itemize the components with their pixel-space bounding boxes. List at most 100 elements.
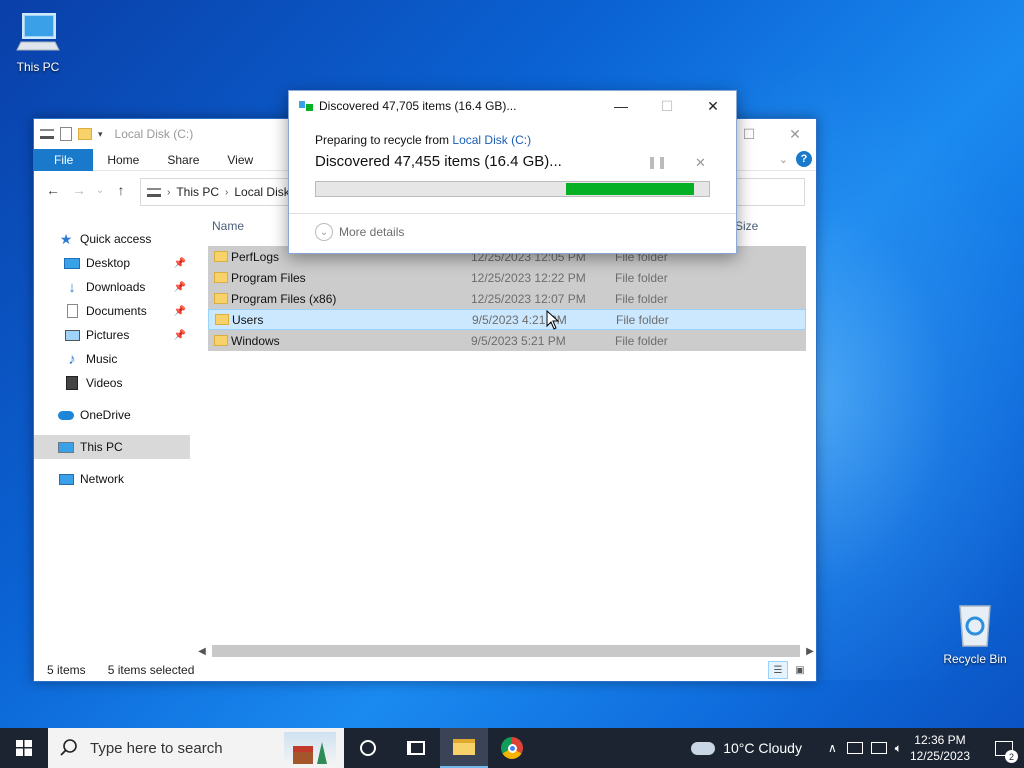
folder-icon: [215, 314, 229, 325]
close-button[interactable]: ✕: [772, 119, 818, 149]
task-view-button[interactable]: [392, 728, 440, 768]
search-icon: [60, 739, 77, 756]
sidebar-item-label: Music: [86, 352, 118, 366]
details-view-icon[interactable]: ☰: [768, 661, 788, 679]
dialog-body: Preparing to recycle from Local Disk (C:…: [315, 133, 710, 197]
file-date: 12/25/2023 12:07 PM: [471, 291, 586, 306]
drive-icon: [40, 129, 54, 139]
desktop-recycle-bin[interactable]: Recycle Bin: [937, 602, 1013, 666]
sidebar-item-documents[interactable]: Documents 📌: [34, 299, 190, 323]
pin-icon[interactable]: 📌: [174, 306, 186, 317]
tab-home[interactable]: Home: [93, 149, 153, 171]
file-type: File folder: [615, 270, 668, 285]
pin-icon[interactable]: 📌: [174, 282, 186, 293]
file-explorer-taskbar-button[interactable]: [440, 728, 488, 768]
explorer-window-controls: ☐ ✕: [726, 119, 818, 149]
ribbon-expand-icon[interactable]: ⌄: [779, 153, 788, 166]
volume-muted-icon[interactable]: 🔈︎: [895, 741, 902, 756]
search-placeholder: Type here to search: [90, 739, 223, 757]
pause-icon[interactable]: ❚❚: [647, 155, 667, 169]
properties-icon[interactable]: [60, 127, 72, 141]
scroll-left-icon[interactable]: ◀: [196, 646, 208, 657]
tab-view[interactable]: View: [213, 149, 267, 171]
file-name: Program Files: [231, 270, 306, 285]
chevron-down-icon[interactable]: ▾: [98, 129, 103, 140]
chevron-up-icon[interactable]: ∧: [828, 741, 837, 755]
table-row[interactable]: Program Files (x86) 12/25/2023 12:07 PM …: [208, 288, 806, 309]
sidebar-item-label: Desktop: [86, 256, 131, 270]
sidebar-item-label: Downloads: [86, 280, 146, 294]
forward-arrow-icon[interactable]: →: [68, 179, 90, 201]
file-name: Windows: [231, 333, 280, 348]
sidebar-item-label: Pictures: [86, 328, 130, 342]
large-icons-view-icon[interactable]: ▣: [790, 661, 810, 679]
picture-icon: [64, 327, 80, 343]
preparing-text: Preparing to recycle from: [315, 133, 453, 147]
cancel-icon[interactable]: ✕: [695, 155, 706, 171]
start-button[interactable]: [0, 728, 48, 768]
progress-bar: [315, 181, 710, 197]
tab-share[interactable]: Share: [153, 149, 213, 171]
column-header-size[interactable]: Size: [735, 219, 758, 233]
file-date: 9/5/2023 5:21 PM: [471, 333, 566, 348]
pin-icon[interactable]: 📌: [174, 258, 186, 269]
sidebar-item-music[interactable]: ♪ Music: [34, 347, 190, 371]
chrome-taskbar-button[interactable]: [488, 728, 536, 768]
chrome-icon: [501, 737, 523, 759]
table-row[interactable]: Windows 9/5/2023 5:21 PM File folder: [208, 330, 806, 351]
scroll-thumb[interactable]: [212, 645, 800, 657]
up-arrow-icon[interactable]: ↑: [110, 179, 132, 201]
close-button[interactable]: ✕: [690, 91, 736, 121]
column-header-name[interactable]: Name: [212, 219, 244, 233]
security-icon[interactable]: [846, 742, 863, 754]
table-row[interactable]: Program Files 12/25/2023 12:22 PM File f…: [208, 267, 806, 288]
sidebar-item-desktop[interactable]: Desktop 📌: [34, 251, 190, 275]
dialog-title: Discovered 47,705 items (16.4 GB)...: [319, 99, 517, 113]
cloud-icon: [691, 741, 716, 755]
desktop-recycle-bin-label: Recycle Bin: [943, 652, 1007, 666]
file-name: Users: [232, 312, 264, 327]
weather-widget[interactable]: 10°C Cloudy: [691, 740, 802, 756]
table-row[interactable]: Users 9/5/2023 4:21 PM File folder: [208, 309, 806, 330]
sidebar-item-downloads[interactable]: ↓ Downloads 📌: [34, 275, 190, 299]
sidebar-item-label: OneDrive: [80, 408, 131, 422]
cortana-icon: [360, 740, 376, 756]
breadcrumb-separator-icon: ›: [225, 186, 229, 198]
sidebar-item-pictures[interactable]: Pictures 📌: [34, 323, 190, 347]
minimize-button[interactable]: —: [598, 91, 644, 121]
scroll-right-icon[interactable]: ▶: [804, 646, 816, 657]
computer-icon: [58, 439, 74, 455]
mouse-cursor-icon: [546, 310, 560, 330]
source-link[interactable]: Local Disk (C:): [452, 133, 531, 147]
sidebar-item-network[interactable]: Network: [34, 467, 190, 491]
back-arrow-icon[interactable]: ←: [42, 179, 64, 201]
file-type: File folder: [615, 291, 668, 306]
search-box[interactable]: Type here to search: [48, 728, 344, 768]
folder-icon: [214, 251, 228, 262]
sidebar-item-onedrive[interactable]: OneDrive: [34, 403, 190, 427]
chevron-down-icon: ⌄: [315, 223, 333, 241]
folder-icon: [214, 272, 228, 283]
pin-icon[interactable]: 📌: [174, 330, 186, 341]
recent-locations-icon[interactable]: ⌄: [94, 179, 106, 201]
sidebar-item-quick-access[interactable]: ★ Quick access: [34, 227, 190, 251]
network-icon[interactable]: [870, 742, 887, 754]
more-details-button[interactable]: ⌄ More details: [315, 223, 404, 241]
notification-badge: 2: [1005, 750, 1018, 763]
tab-file[interactable]: File: [34, 148, 94, 171]
sidebar-item-label: Documents: [86, 304, 147, 318]
help-icon[interactable]: ?: [796, 151, 812, 167]
desktop-this-pc[interactable]: This PC: [0, 10, 76, 74]
more-details-label: More details: [339, 225, 405, 239]
windows-logo-icon: [16, 740, 32, 756]
sidebar-item-videos[interactable]: Videos: [34, 371, 190, 395]
breadcrumb-separator-icon: ›: [167, 186, 171, 198]
clock[interactable]: 12:36 PM 12/25/2023: [910, 732, 970, 764]
notification-center-button[interactable]: 2: [984, 728, 1024, 768]
sidebar-item-this-pc[interactable]: This PC: [34, 435, 190, 459]
new-folder-icon[interactable]: [78, 128, 92, 140]
breadcrumb-this-pc[interactable]: This PC: [176, 185, 219, 199]
file-type: File folder: [615, 333, 668, 348]
horizontal-scrollbar[interactable]: ◀ ▶: [196, 643, 816, 659]
cortana-button[interactable]: [344, 728, 392, 768]
